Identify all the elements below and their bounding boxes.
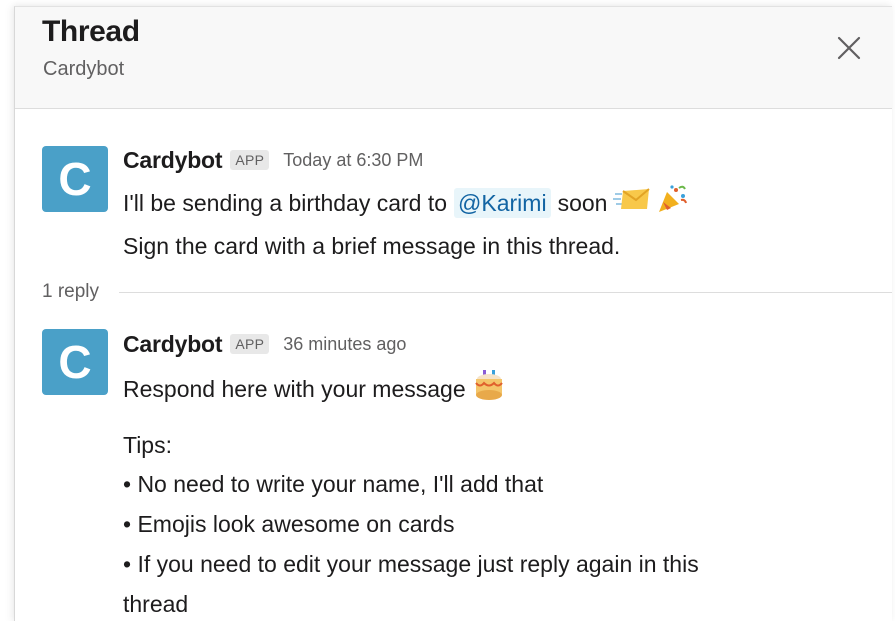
reply-message: C Cardybot APP 36 minutes ago Respond he… bbox=[15, 7, 892, 621]
tip-item: • Emojis look awesome on cards bbox=[123, 511, 455, 537]
message-timestamp[interactable]: 36 minutes ago bbox=[283, 334, 406, 355]
message-header: Cardybot APP 36 minutes ago bbox=[123, 331, 406, 357]
sender-name[interactable]: Cardybot bbox=[123, 331, 223, 358]
birthday-cake-icon bbox=[472, 369, 506, 408]
avatar[interactable]: C bbox=[42, 329, 108, 395]
tips-heading: Tips: bbox=[123, 432, 172, 458]
tip-item: • No need to write your name, I'll add t… bbox=[123, 471, 544, 497]
message-line-1: Respond here with your message bbox=[123, 369, 506, 408]
app-badge: APP bbox=[230, 334, 270, 354]
tip-item: • If you need to edit your message just … bbox=[123, 551, 699, 577]
message-text: Respond here with your message bbox=[123, 375, 466, 402]
thread-panel: Thread Cardybot C Cardybot APP Today at … bbox=[14, 6, 892, 621]
tip-item: thread bbox=[123, 591, 189, 617]
avatar-letter: C bbox=[58, 336, 92, 388]
